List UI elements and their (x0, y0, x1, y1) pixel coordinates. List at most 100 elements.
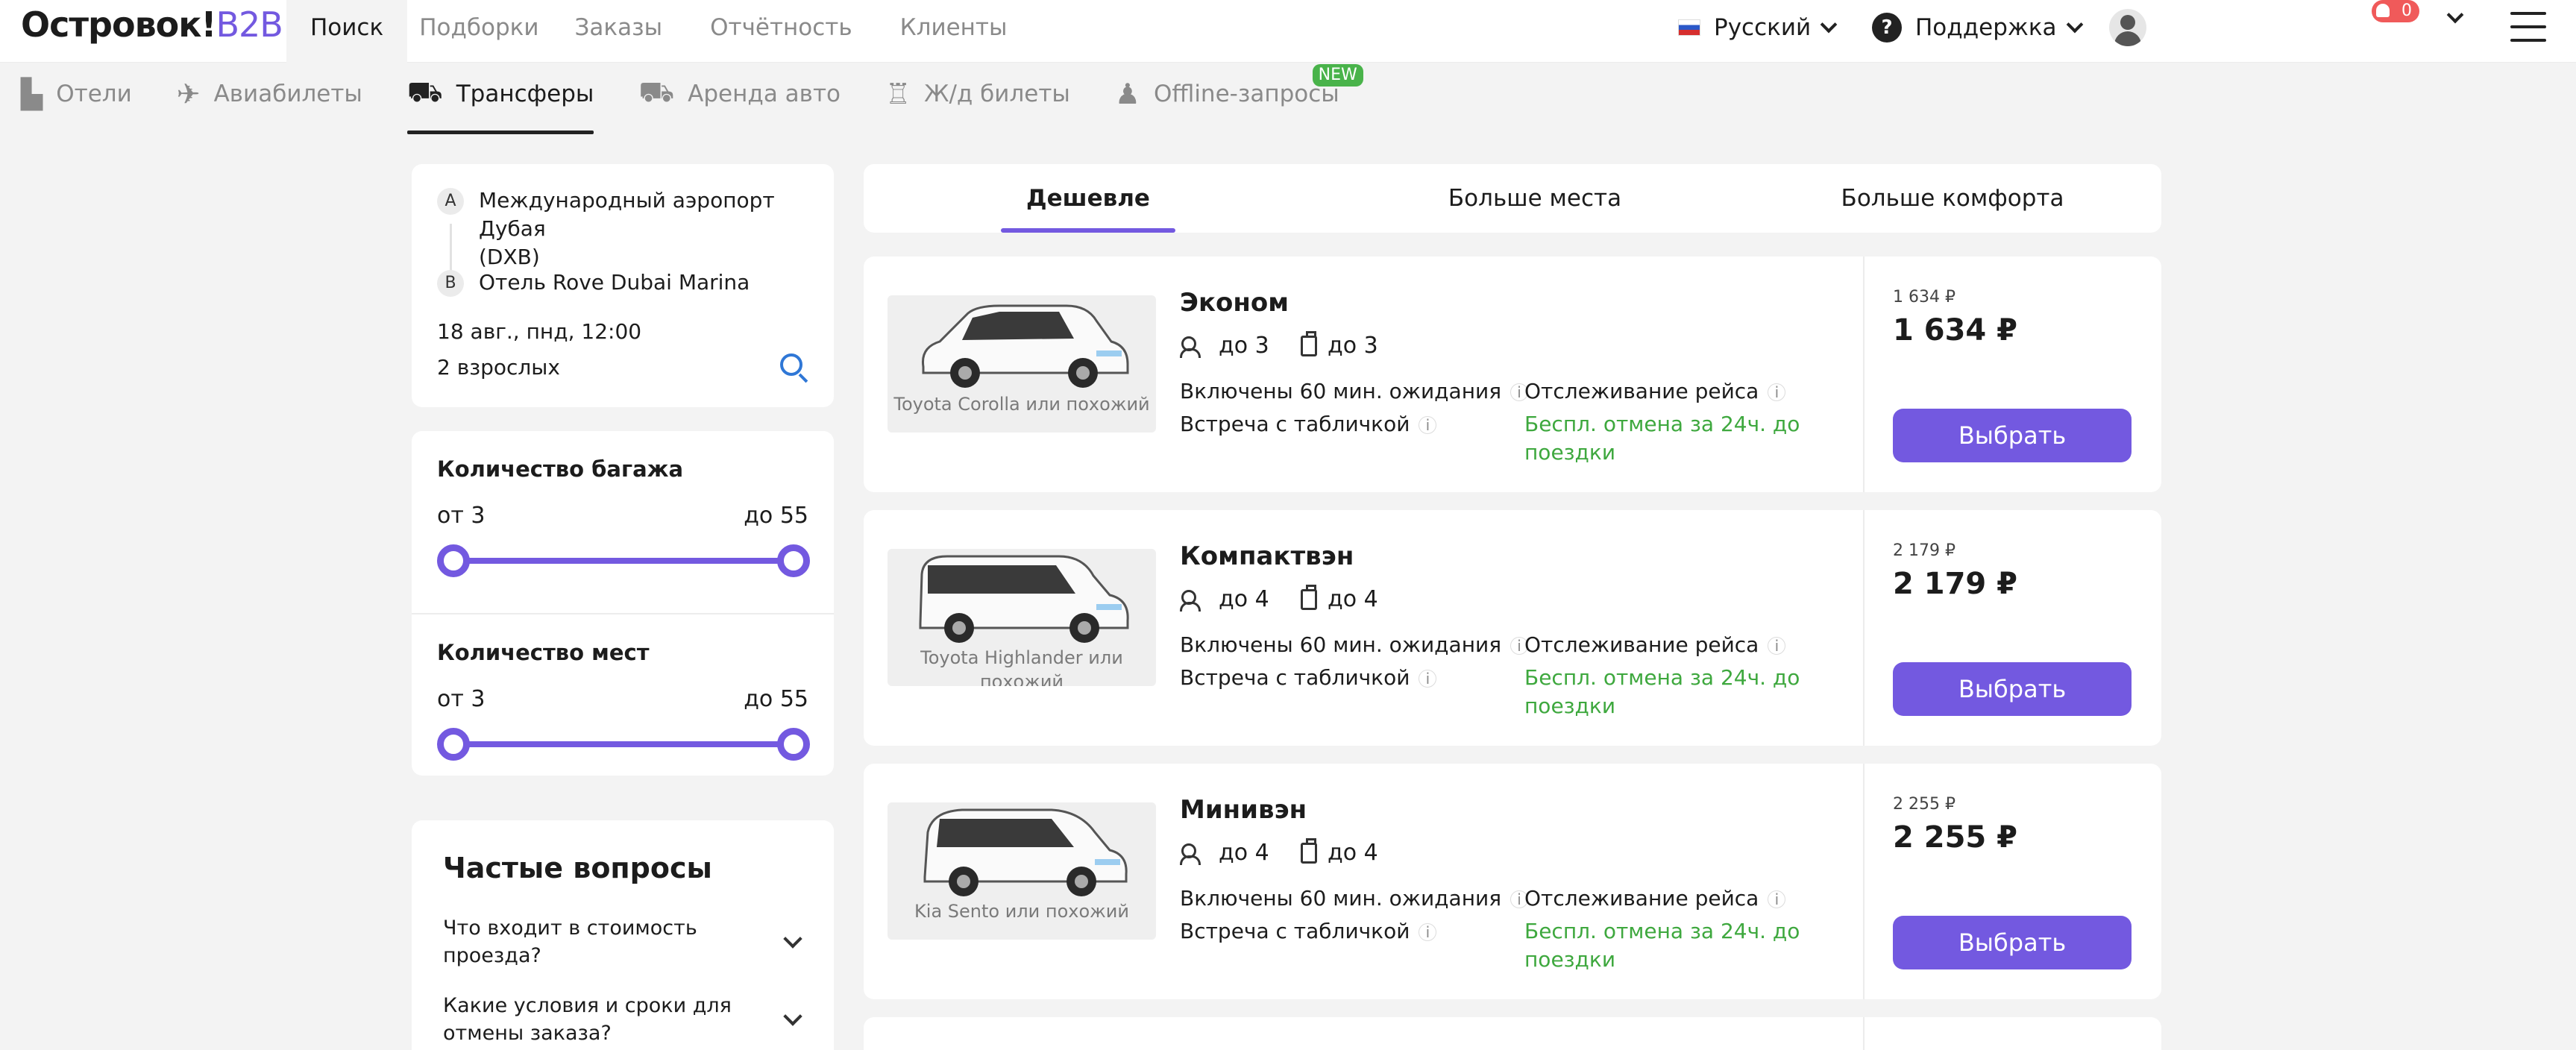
info-icon[interactable]: i (1419, 923, 1437, 941)
luggage-icon (1301, 584, 1317, 610)
notifications-badge[interactable]: 0 (2372, 0, 2419, 22)
info-icon[interactable]: i (1768, 890, 1786, 908)
choose-button[interactable]: Выбрать (1893, 916, 2132, 969)
free-cancellation: Беспл. отмена за 24ч. до поездки (1524, 665, 1800, 718)
car-icon: ⛟ (406, 75, 443, 108)
info-icon[interactable]: i (1768, 383, 1786, 401)
waiting-feature: Включены 60 мин. ожидания i (1180, 631, 1529, 659)
chevron-down-icon[interactable] (783, 1007, 802, 1026)
waiting-feature: Включены 60 мин. ожидания i (1180, 884, 1529, 913)
info-icon[interactable]: i (1768, 637, 1786, 655)
chevron-down-icon (1820, 16, 1838, 34)
faq-question[interactable]: Какие условия и сроки для отмены заказа? (443, 992, 741, 1047)
search-icon[interactable] (780, 353, 802, 376)
passenger-capacity: до 4 (1180, 840, 1269, 866)
language-selector[interactable]: Русский (1678, 0, 1838, 55)
product-tabs: ▙ Отели ✈ Авиабилеты ⛟ Трансферы ⛟ Аренд… (21, 64, 1384, 134)
filters-divider (412, 613, 834, 614)
price-divider (1863, 257, 1865, 492)
car-image: Toyota Corolla или похожий (888, 295, 1156, 433)
passengers-icon (1180, 336, 1208, 358)
account-chevron-icon[interactable] (2446, 6, 2464, 24)
faq-panel: Частые вопросы Что входит в стоимость пр… (412, 820, 834, 1050)
sort-tab-cheaper[interactable]: Дешевле (1001, 164, 1175, 233)
offer-title: Компактвэн (1180, 541, 1354, 571)
tab-offline-requests[interactable]: ♟ Offline-запросы NEW (1114, 64, 1363, 134)
seats-max-handle[interactable] (777, 728, 810, 761)
car-rental-icon: ⛟ (638, 75, 675, 108)
nav-reports[interactable]: Отчётность (686, 0, 876, 63)
offer-card-partial (864, 1017, 2161, 1050)
luggage-min-handle[interactable] (437, 544, 470, 577)
luggage-slider-track[interactable] (453, 558, 795, 564)
support-menu[interactable]: ? Поддержка (1872, 0, 2083, 55)
price: 2 179 ₽ (1893, 567, 2018, 601)
nav-orders[interactable]: Заказы (551, 0, 687, 63)
car-model-caption: Kia Sento или похожий (914, 901, 1129, 922)
train-icon: ♖ (885, 78, 911, 110)
car-image: Toyota Highlander или похожий (888, 549, 1156, 686)
route-from: Международный аэропорт Дубая (DXB) (479, 188, 775, 269)
tab-transfers[interactable]: ⛟ Трансферы (406, 67, 594, 134)
luggage-max-handle[interactable] (777, 544, 810, 577)
waiting-feature: Включены 60 мин. ожидания i (1180, 377, 1529, 406)
offer-card: Kia Sento или похожий Минивэн до 4 до 4 … (864, 764, 2161, 999)
people-icon: ♟ (1114, 78, 1140, 110)
passenger-capacity: до 4 (1180, 586, 1269, 612)
faq-title: Частые вопросы (443, 852, 712, 884)
chevron-down-icon (2066, 16, 2083, 34)
tab-rail[interactable]: ♖ Ж/д билеты (885, 67, 1070, 134)
luggage-max-label: до 55 (744, 503, 808, 529)
notifications-count: 0 (2401, 1, 2412, 20)
choose-button[interactable]: Выбрать (1893, 662, 2132, 716)
top-bar: Островок!B2B Поиск Подборки Заказы Отчёт… (0, 0, 2576, 63)
tab-hotels[interactable]: ▙ Отели (21, 67, 132, 134)
car-illustration (921, 304, 1129, 388)
bell-icon (2376, 4, 2390, 17)
route-line (450, 224, 452, 274)
nav-search[interactable]: Поиск (286, 0, 408, 63)
route-to: Отель Rove Dubai Marina (479, 270, 750, 295)
luggage-capacity: до 3 (1301, 330, 1378, 359)
help-icon: ? (1872, 13, 1902, 43)
seats-min-label: от 3 (437, 686, 486, 712)
logo[interactable]: Островок!B2B (21, 4, 283, 45)
avatar[interactable] (2109, 9, 2146, 46)
new-badge: NEW (1312, 64, 1363, 87)
nav-clients[interactable]: Клиенты (876, 0, 1031, 63)
seats-min-handle[interactable] (437, 728, 470, 761)
nav-collections[interactable]: Подборки (407, 0, 550, 63)
route-date: 18 авг., пнд, 12:00 (437, 319, 642, 344)
info-icon[interactable]: i (1419, 416, 1437, 434)
faq-question[interactable]: Что входит в стоимость проезда? (443, 914, 741, 969)
price: 1 634 ₽ (1893, 313, 2018, 348)
price-divider (1863, 510, 1865, 746)
seats-slider-track[interactable] (453, 741, 795, 747)
choose-button[interactable]: Выбрать (1893, 409, 2132, 462)
passengers-icon (1180, 589, 1208, 612)
menu-icon[interactable] (2510, 12, 2546, 42)
sort-tab-more-space[interactable]: Больше места (1416, 164, 1654, 233)
info-icon[interactable]: i (1419, 670, 1437, 688)
route-summary[interactable]: A B Международный аэропорт Дубая (DXB) О… (412, 164, 834, 407)
tracking-feature: Отслеживание рейса i (1524, 884, 1786, 913)
language-label: Русский (1714, 14, 1812, 41)
tab-flights[interactable]: ✈ Авиабилеты (177, 67, 362, 134)
old-price: 2 255 ₽ (1893, 795, 1955, 814)
point-a-badge: A (437, 188, 464, 215)
sort-tabs: Дешевле Больше места Больше комфорта (864, 164, 2161, 233)
russian-flag-icon (1678, 19, 1700, 36)
sort-tab-more-comfort[interactable]: Больше комфорта (1826, 164, 2079, 233)
free-cancellation: Беспл. отмена за 24ч. до поездки (1524, 412, 1800, 465)
route-passengers: 2 взрослых (437, 355, 560, 380)
chevron-down-icon[interactable] (783, 929, 802, 949)
passengers-icon (1180, 843, 1208, 865)
car-illustration (919, 555, 1129, 643)
seats-max-label: до 55 (744, 686, 808, 712)
tab-car-rental[interactable]: ⛟ Аренда авто (638, 67, 841, 134)
offer-title: Минивэн (1180, 795, 1307, 825)
seats-filter-title: Количество мест (437, 640, 650, 665)
luggage-capacity: до 4 (1301, 837, 1378, 866)
luggage-icon (1301, 837, 1317, 864)
luggage-filter-title: Количество багажа (437, 456, 684, 482)
